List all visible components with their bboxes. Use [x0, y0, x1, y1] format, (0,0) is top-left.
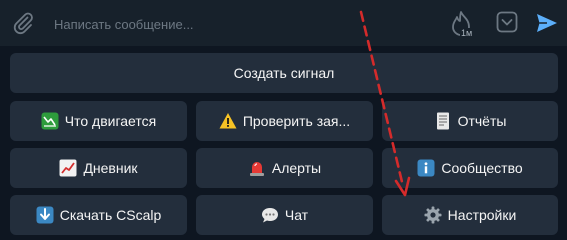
gear-icon	[424, 206, 442, 224]
auto-delete-timer-button[interactable]: 1м	[447, 9, 477, 41]
create-signal-button[interactable]: Создать сигнал	[10, 53, 558, 93]
timer-badge: 1м	[460, 28, 474, 38]
reports-button[interactable]: Отчёты	[382, 101, 558, 141]
settings-label: Настройки	[447, 207, 517, 223]
down-arrow-icon	[36, 206, 54, 224]
journal-label: Дневник	[83, 160, 138, 176]
check-request-label: Проверить зая...	[242, 113, 351, 129]
speech-bubble-icon	[261, 206, 279, 224]
download-cscalp-label: Скачать CScalp	[59, 207, 162, 223]
chart-chevron-icon	[41, 112, 59, 130]
message-input[interactable]	[52, 13, 396, 35]
settings-button[interactable]: Настройки	[382, 195, 558, 235]
alerts-label: Алерты	[271, 160, 322, 176]
chat-label: Чат	[284, 207, 309, 223]
reports-label: Отчёты	[457, 113, 507, 129]
whats-moving-label: Что двигается	[64, 113, 157, 129]
bot-keyboard-toggle-icon[interactable]	[496, 11, 518, 33]
check-request-button[interactable]: Проверить зая...	[196, 101, 373, 141]
send-icon[interactable]	[535, 11, 559, 35]
chart-up-icon	[59, 159, 77, 177]
siren-icon	[248, 159, 266, 177]
info-icon	[417, 159, 435, 177]
community-label: Сообщество	[441, 160, 523, 176]
receipt-icon	[434, 112, 452, 130]
create-signal-label: Создать сигнал	[233, 65, 335, 81]
paperclip-icon[interactable]	[11, 11, 35, 35]
download-cscalp-button[interactable]: Скачать CScalp	[10, 195, 187, 235]
whats-moving-button[interactable]: Что двигается	[10, 101, 187, 141]
alerts-button[interactable]: Алерты	[196, 148, 373, 188]
journal-button[interactable]: Дневник	[10, 148, 187, 188]
community-button[interactable]: Сообщество	[382, 148, 558, 188]
warning-icon	[219, 112, 237, 130]
chat-button[interactable]: Чат	[196, 195, 373, 235]
message-composer: 1м	[0, 0, 567, 46]
